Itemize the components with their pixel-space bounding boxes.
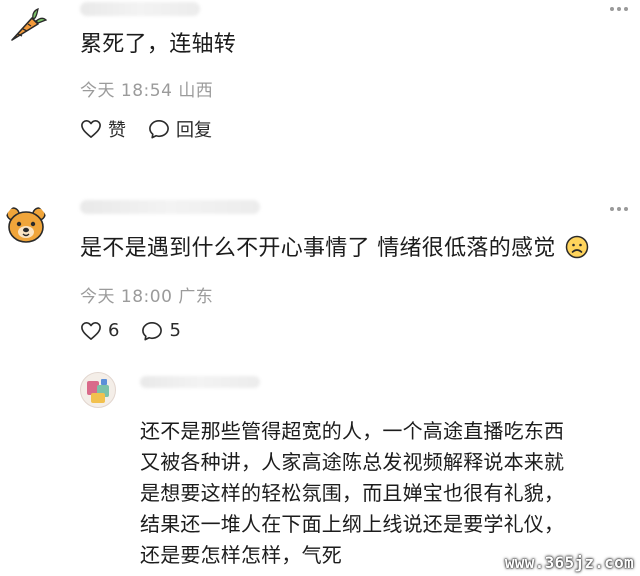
- comment-time: 今天 18:54: [80, 81, 173, 101]
- reply-button[interactable]: 5: [141, 320, 181, 341]
- reply-line-4: 结果还一堆人在下面上纲上线说还是要学礼仪，: [140, 512, 565, 536]
- comment-actions: 赞 回复: [80, 116, 234, 142]
- comment-bubble-icon: [149, 120, 169, 139]
- bear-icon: [6, 207, 46, 243]
- comment-bubble-icon: [142, 321, 163, 340]
- reply-line-2: 又被各种讲，人家高途陈总发视频解释说本来就: [140, 450, 565, 474]
- comment-meta: 今天 18:54 山西: [80, 76, 213, 101]
- comment-text-content: 是不是遇到什么不开心事情了 情绪很低落的感觉: [80, 236, 556, 261]
- avatar-bear[interactable]: [4, 203, 48, 247]
- more-options-button[interactable]: [610, 204, 630, 214]
- username-blurred[interactable]: [80, 2, 200, 16]
- carrot-icon: [11, 8, 48, 41]
- watermark: www.365jz.com: [504, 553, 634, 572]
- like-button[interactable]: 赞: [80, 116, 126, 142]
- like-button[interactable]: 6: [80, 320, 119, 341]
- like-count: 6: [108, 320, 120, 341]
- comment-time: 今天 18:00: [80, 287, 173, 307]
- reply-text: 还不是那些管得超宽的人，一个高途直播吃东西 又被各种讲，人家高途陈总发视频解释说…: [140, 416, 564, 571]
- comment-actions: 6 5: [80, 320, 203, 341]
- heart-icon: [81, 321, 101, 340]
- comment-location: 山西: [178, 81, 214, 101]
- user-photo-icon: [87, 379, 109, 403]
- reply-label: 回复: [176, 120, 212, 141]
- avatar-carrot[interactable]: [4, 4, 48, 48]
- reply-count: 5: [169, 320, 181, 341]
- heart-icon: [81, 120, 101, 138]
- comment-text: 是不是遇到什么不开心事情了 情绪很低落的感觉: [80, 234, 589, 264]
- like-label: 赞: [108, 120, 126, 141]
- reply-button[interactable]: 回复: [148, 116, 212, 142]
- avatar-reply-user[interactable]: [80, 372, 116, 408]
- comment-meta: 今天 18:00 广东: [80, 282, 213, 307]
- reply-line-5: 还是要怎样怎样，气死: [140, 543, 342, 567]
- username-blurred[interactable]: [140, 376, 260, 388]
- username-blurred[interactable]: [80, 200, 260, 214]
- comment-location: 广东: [178, 287, 214, 307]
- comment-text: 累死了，连轴转: [80, 32, 237, 57]
- reply-line-3: 是想要这样的轻松氛围，而且婵宝也很有礼貌，: [140, 481, 565, 505]
- sad-face-icon: [565, 235, 589, 259]
- more-options-button[interactable]: [610, 4, 630, 14]
- reply-line-1: 还不是那些管得超宽的人，一个高途直播吃东西: [140, 419, 565, 443]
